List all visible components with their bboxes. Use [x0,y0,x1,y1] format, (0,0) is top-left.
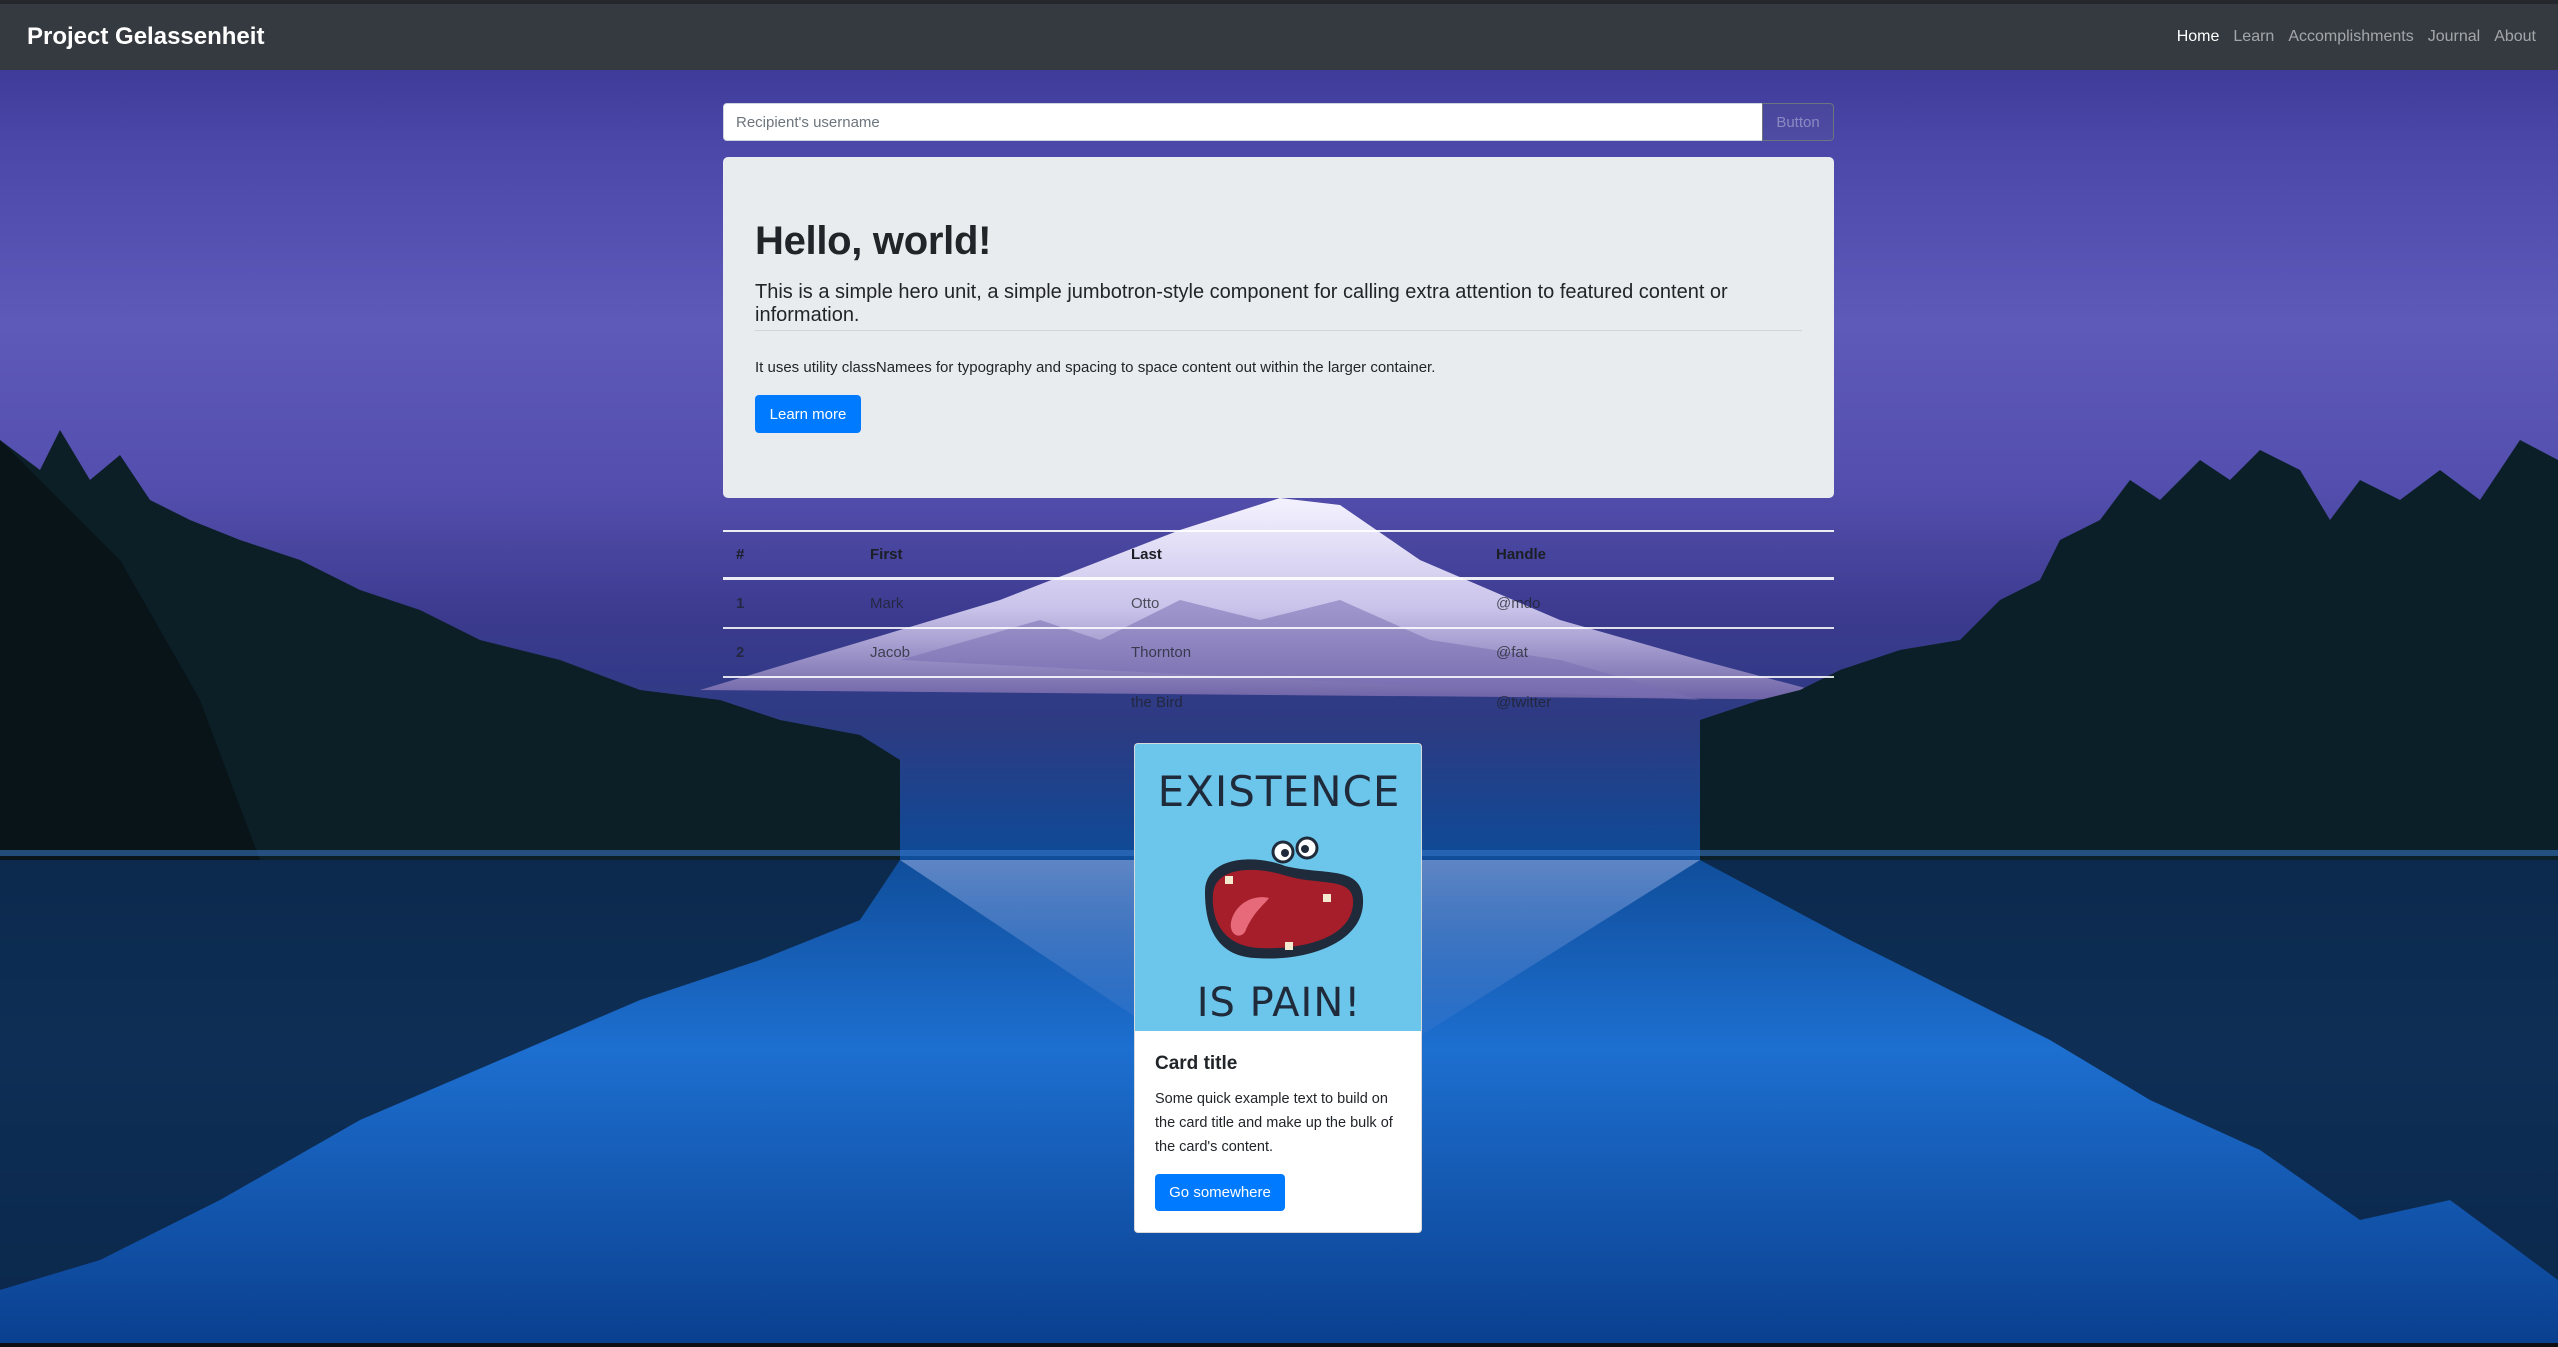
bottom-edge-strip [0,1343,2558,1347]
go-somewhere-button[interactable]: Go somewhere [1155,1174,1285,1211]
nav-link-home[interactable]: Home [2177,28,2220,46]
cell-handle: @fat [1496,644,1528,661]
nav-link-about[interactable]: About [2494,28,2536,46]
data-table: # First Last Handle 1 Mark Otto @mdo 2 J… [723,530,1834,727]
cell-handle: @mdo [1496,595,1541,612]
header-handle: Handle [1496,546,1547,563]
cell-first: Mark [870,595,904,612]
jumbotron-description: It uses utility classNamees for typograp… [755,359,1436,376]
header-number: # [736,546,745,563]
cell-first: Jacob [870,644,911,661]
nav-links: Home Learn Accomplishments Journal About [2177,28,2536,46]
table-row: 2 Jacob Thornton @fat [723,629,1834,678]
cell-number: 2 [736,644,745,661]
card-image-bottom-text: IS PAIN! [1197,980,1362,1026]
jumbotron-title: Hello, world! [755,219,992,263]
jumbotron-divider [755,330,1802,331]
addon-button[interactable]: Button [1762,103,1834,141]
recipient-username-input[interactable]: Recipient's username [723,103,1762,141]
card-title: Card title [1155,1053,1238,1074]
cell-handle: @twitter [1496,694,1552,711]
brand-logo-link[interactable]: Project Gelassenheit [27,23,264,51]
cell-last: the Bird [1131,694,1183,711]
card: EXISTENCE IS PAIN! Card title Some quick… [1134,743,1422,1233]
card-body: Card title Some quick example text to bu… [1135,1031,1421,1231]
jumbotron: Hello, world! This is a simple hero unit… [723,157,1834,498]
table-header-row: # First Last Handle [723,530,1834,580]
header-first: First [870,546,903,563]
table-row: the Bird @twitter [723,678,1834,727]
nav-link-learn[interactable]: Learn [2233,28,2274,46]
cell-last: Thornton [1131,644,1192,661]
top-navbar: Project Gelassenheit Home Learn Accompli… [0,0,2558,70]
nav-link-accomplishments[interactable]: Accomplishments [2288,28,2413,46]
cell-number: 1 [736,595,745,612]
jumbotron-lead: This is a simple hero unit, a simple jum… [755,281,1728,326]
nav-link-journal[interactable]: Journal [2428,28,2480,46]
card-text: Some quick example text to build on the … [1155,1091,1393,1155]
table-row: 1 Mark Otto @mdo [723,580,1834,629]
card-image-existence-is-pain: EXISTENCE IS PAIN! [1135,744,1421,1031]
cell-last: Otto [1131,595,1160,612]
learn-more-button[interactable]: Learn more [755,395,861,433]
card-image-top-text: EXISTENCE [1158,767,1401,816]
recipient-input-group: Recipient's username Button [723,103,1834,141]
header-last: Last [1131,546,1162,563]
